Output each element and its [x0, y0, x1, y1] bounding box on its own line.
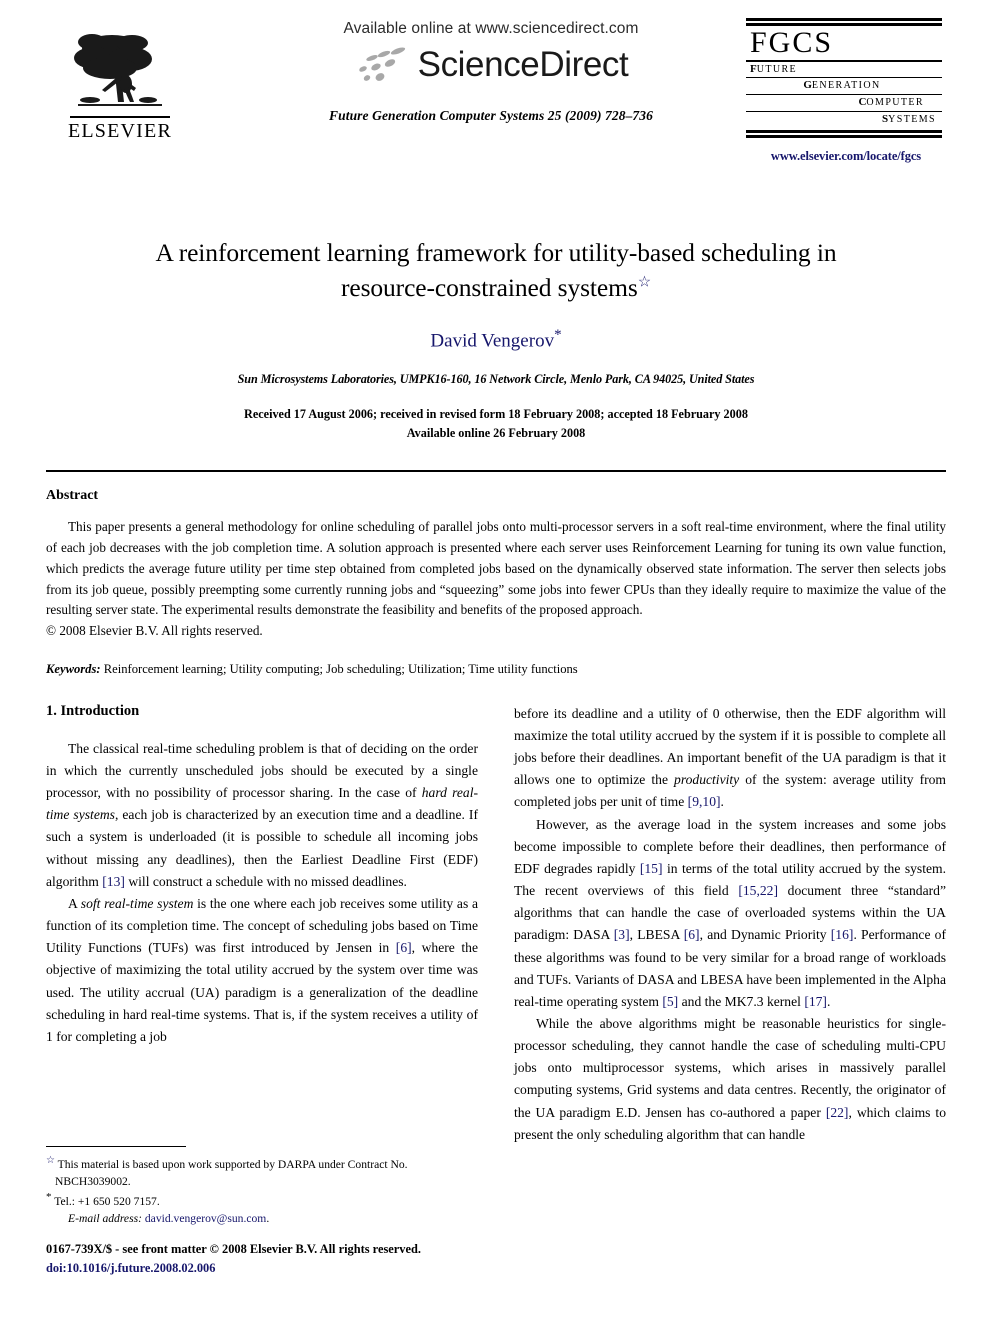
- citation-ref[interactable]: [6]: [684, 927, 700, 942]
- email-trailing-period: .: [266, 1212, 270, 1226]
- page-title: A reinforcement learning framework for u…: [100, 236, 892, 305]
- para-text: and the MK7.3 kernel: [678, 993, 805, 1009]
- para-text: A: [68, 895, 81, 911]
- abstract-heading: Abstract: [46, 488, 99, 504]
- sciencedirect-swoosh-icon: [358, 47, 405, 81]
- sciencedirect-wordmark: ScienceDirect: [417, 45, 629, 84]
- para-emphasis: soft real-time system: [80, 895, 194, 911]
- para-text: , where the objective of maximizing the …: [46, 940, 478, 1044]
- fgcs-rest-future: UTURE: [756, 63, 798, 75]
- fgcs-rest-systems: YSTEMS: [888, 113, 936, 125]
- title-footnote-marker[interactable]: ☆: [638, 274, 651, 290]
- history-available: Available online 26 February 2008: [406, 425, 586, 440]
- citation-ref[interactable]: [5]: [662, 994, 678, 1009]
- email-address-link[interactable]: david.vengerov@sun.com: [145, 1212, 266, 1225]
- fgcs-word-future: FUTURE: [746, 62, 942, 79]
- left-column: 1. Introduction The classical real-time …: [46, 703, 478, 1146]
- paragraph: The classical real-time scheduling probl…: [46, 738, 478, 893]
- fgcs-initial-g: G: [803, 79, 812, 92]
- right-column: before its deadline and a utility of 0 o…: [514, 703, 946, 1146]
- fgcs-rest-computer: OMPUTER: [866, 97, 924, 108]
- author-name: David Vengerov*: [100, 327, 892, 352]
- footnote-funding: ☆ This material is based upon work suppo…: [46, 1154, 478, 1190]
- paragraph: before its deadline and a utility of 0 o…: [514, 703, 946, 814]
- para-text: will construct a schedule with no missed…: [124, 873, 407, 889]
- para-text: .: [826, 993, 831, 1009]
- paragraph: While the above algorithms might be reas…: [514, 1013, 946, 1146]
- fgcs-word-computer: COMPUTER: [746, 95, 942, 112]
- fgcs-bottom-rule-1: [746, 129, 942, 133]
- para-text: , and Dynamic Priority: [699, 927, 831, 943]
- elsevier-logo: ELSEVIER: [60, 28, 180, 141]
- keywords-label: Keywords:: [46, 661, 101, 676]
- citation-ref[interactable]: [16]: [831, 927, 854, 942]
- citation-ref[interactable]: [15,22]: [738, 883, 778, 898]
- fgcs-rest-generation: ENERATION: [811, 80, 881, 92]
- title-block: A reinforcement learning framework for u…: [100, 236, 892, 442]
- fgcs-acronym: FGCS: [750, 26, 834, 59]
- issn-front-matter: 0167-739X/$ - see front matter © 2008 El…: [46, 1242, 421, 1256]
- fgcs-word-generation: GENERATION: [746, 78, 942, 95]
- article-history: Received 17 August 2006; received in rev…: [100, 405, 892, 443]
- citation-ref[interactable]: [17]: [804, 994, 827, 1009]
- citation-ref[interactable]: [15]: [640, 861, 663, 876]
- keywords-value: Reinforcement learning; Utility computin…: [103, 661, 578, 676]
- email-address-label: E-mail address:: [68, 1212, 142, 1226]
- elsevier-divider: [70, 116, 170, 118]
- section-heading-introduction: 1. Introduction: [46, 702, 140, 719]
- body-columns: 1. Introduction The classical real-time …: [46, 703, 946, 1146]
- available-online-text: Available online at www.sciencedirect.co…: [343, 20, 639, 37]
- para-emphasis: productivity: [674, 772, 740, 788]
- footnote-telephone: * Tel.: +1 650 520 7157.: [46, 1190, 478, 1211]
- sciencedirect-block: Available online at www.sciencedirect.co…: [261, 20, 721, 124]
- journal-url-link[interactable]: www.elsevier.com/locate/fgcs: [746, 149, 946, 164]
- fgcs-bottom-rule-2: [746, 134, 942, 138]
- journal-logo: FGCS FUTURE GENERATION COMPUTER SYSTEMS …: [746, 18, 946, 164]
- title-line-1: A reinforcement learning framework for u…: [155, 238, 837, 267]
- fgcs-top-rule-1: [746, 18, 942, 21]
- author-footnote-marker[interactable]: *: [554, 327, 562, 343]
- paragraph: However, as the average load in the syst…: [514, 814, 946, 1013]
- footnote-email: E-mail address: david.vengerov@sun.com.: [46, 1211, 478, 1228]
- title-line-2: resource-constrained systems: [340, 272, 638, 302]
- elsevier-wordmark: ELSEVIER: [67, 120, 173, 142]
- history-received: Received 17 August 2006; received in rev…: [244, 406, 748, 421]
- masthead: ELSEVIER Available online at www.science…: [46, 0, 946, 200]
- footnotes-block: ☆ This material is based upon work suppo…: [46, 1146, 478, 1228]
- citation-ref[interactable]: [3]: [614, 927, 630, 942]
- footnote-tel-text: Tel.: +1 650 520 7157.: [51, 1195, 160, 1209]
- elsevier-tree-icon: [74, 34, 162, 106]
- fgcs-initial-f: F: [750, 62, 757, 75]
- abstract-body: This paper presents a general methodolog…: [46, 519, 946, 618]
- citation-ref[interactable]: [6]: [396, 940, 412, 955]
- para-text: The classical real-time scheduling probl…: [46, 740, 478, 801]
- footnote-funding-text: This material is based upon work support…: [54, 1157, 408, 1188]
- sciencedirect-logo: ScienceDirect: [261, 44, 721, 86]
- abstract-section: Abstract This paper presents a general m…: [46, 488, 946, 641]
- affiliation: Sun Microsystems Laboratories, UMPK16-16…: [237, 371, 755, 386]
- para-text: , LBESA: [629, 927, 684, 943]
- footnote-separator: [46, 1146, 186, 1147]
- doi-link[interactable]: doi:10.1016/j.future.2008.02.006: [46, 1259, 546, 1278]
- paper-page: ELSEVIER Available online at www.science…: [0, 0, 992, 1323]
- citation-ref[interactable]: [22]: [826, 1105, 849, 1120]
- para-text: .: [720, 794, 724, 810]
- abstract-copyright: © 2008 Elsevier B.V. All rights reserved…: [46, 623, 263, 639]
- paragraph: A soft real-time system is the one where…: [46, 893, 478, 1048]
- abstract-divider: [46, 470, 946, 473]
- imprint-block: 0167-739X/$ - see front matter © 2008 El…: [46, 1240, 546, 1277]
- citation-ref[interactable]: [13]: [102, 874, 125, 889]
- journal-citation: Future Generation Computer Systems 25 (2…: [329, 108, 653, 123]
- citation-ref[interactable]: [9,10]: [688, 794, 721, 809]
- author-label: David Vengerov: [430, 330, 555, 352]
- keywords-line: Keywords: Reinforcement learning; Utilit…: [46, 662, 946, 677]
- footnote-marker-funding: ☆: [46, 1155, 55, 1166]
- fgcs-word-systems: SYSTEMS: [746, 112, 942, 128]
